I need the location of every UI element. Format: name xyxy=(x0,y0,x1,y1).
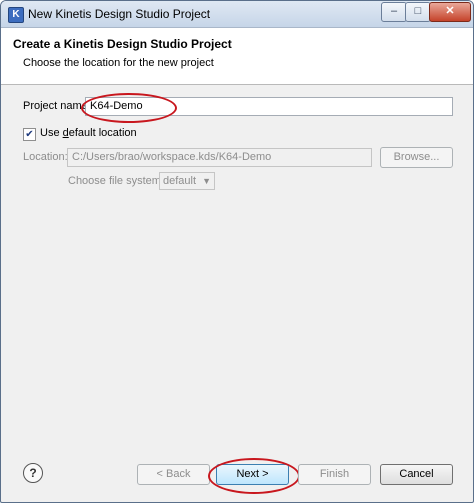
project-name-label: Project name: xyxy=(23,100,91,112)
location-label: Location: xyxy=(23,151,68,163)
chevron-down-icon: ▼ xyxy=(202,176,211,186)
file-system-select[interactable]: default ▼ xyxy=(159,172,215,190)
finish-button[interactable]: Finish xyxy=(298,464,371,485)
wizard-header: Create a Kinetis Design Studio Project C… xyxy=(1,28,473,85)
minimize-button[interactable]: – xyxy=(381,2,407,22)
use-default-location-label: Use default location xyxy=(40,127,137,139)
kds-app-icon: K xyxy=(8,7,24,23)
project-name-input[interactable]: K64-Demo xyxy=(85,97,453,116)
wizard-title: Create a Kinetis Design Studio Project xyxy=(13,37,232,51)
help-icon[interactable]: ? xyxy=(23,463,43,483)
file-system-label: Choose file system: xyxy=(68,175,164,187)
back-button[interactable]: < Back xyxy=(137,464,210,485)
use-default-location-checkbox[interactable]: ✔ xyxy=(23,128,36,141)
window-title: New Kinetis Design Studio Project xyxy=(28,7,211,21)
dialog-window: K New Kinetis Design Studio Project – □ … xyxy=(0,0,474,503)
next-button[interactable]: Next > xyxy=(216,464,289,485)
wizard-subtitle: Choose the location for the new project xyxy=(23,57,214,69)
title-bar: K New Kinetis Design Studio Project – □ … xyxy=(1,1,473,28)
location-input[interactable]: C:/Users/brao/workspace.kds/K64-Demo xyxy=(67,148,372,167)
file-system-value: default xyxy=(163,175,197,187)
browse-button[interactable]: Browse... xyxy=(380,147,453,168)
close-button[interactable]: ✕ xyxy=(429,2,471,22)
maximize-button[interactable]: □ xyxy=(405,2,431,22)
cancel-button[interactable]: Cancel xyxy=(380,464,453,485)
